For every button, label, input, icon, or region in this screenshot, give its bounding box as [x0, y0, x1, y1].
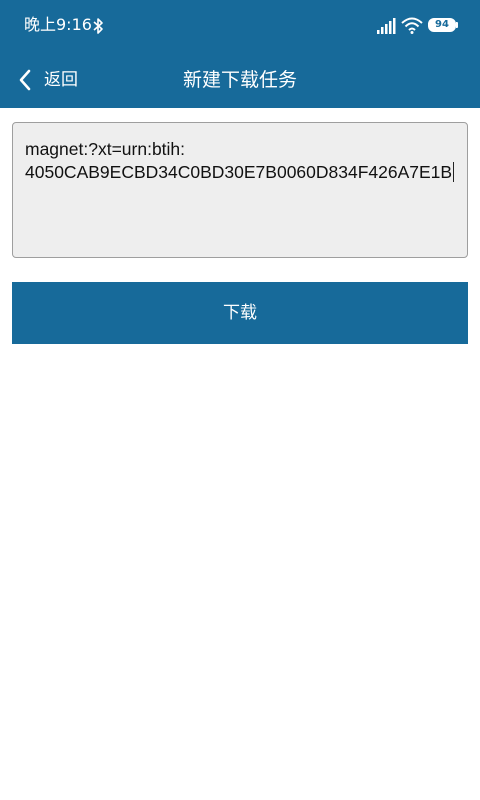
page-title: 新建下载任务 [182, 69, 297, 91]
download-button[interactable]: 下载 [12, 282, 468, 344]
status-time: 晚上9:16 [24, 15, 92, 34]
url-text: magnet:?xt=urn:btih: 4050CAB9ECBD34C0BD3… [25, 139, 453, 182]
status-bar: 晚上9:16 94 [0, 0, 480, 52]
battery-icon: 94 [428, 18, 456, 32]
app-header: 晚上9:16 94 返回 新建下载任务 [0, 0, 480, 108]
bluetooth-icon [93, 18, 103, 34]
battery-tip [456, 22, 458, 28]
text-cursor [453, 162, 455, 182]
battery-level: 94 [435, 19, 449, 30]
signal-icon [377, 18, 396, 34]
wifi-icon [401, 17, 423, 34]
url-input[interactable]: magnet:?xt=urn:btih: 4050CAB9ECBD34C0BD3… [12, 122, 468, 258]
